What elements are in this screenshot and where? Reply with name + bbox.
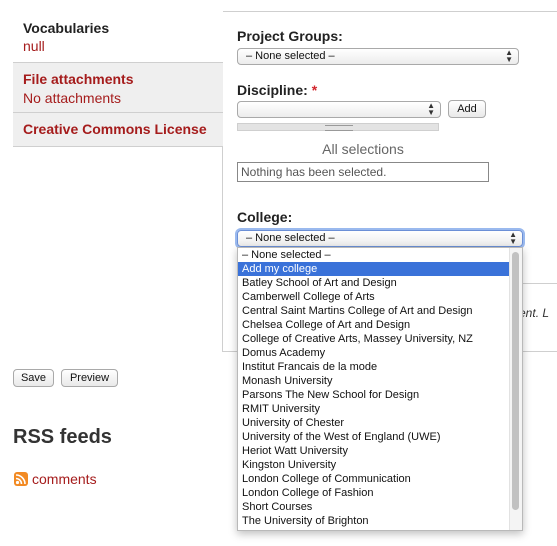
rss-feeds-heading: RSS feeds (13, 426, 112, 448)
select-arrows-icon: ▲ ▼ (427, 101, 435, 117)
college-option[interactable]: Short Courses (238, 500, 522, 514)
resize-handle[interactable] (237, 123, 439, 131)
tab-summary: No attachments (23, 90, 122, 106)
scrollbar-thumb[interactable] (512, 252, 519, 510)
college-value: – None selected – (246, 232, 335, 244)
save-button[interactable]: Save (13, 369, 54, 387)
college-option[interactable]: Monash University (238, 374, 522, 388)
all-selections-heading: All selections (322, 141, 404, 157)
college-option[interactable]: Heriot Watt University (238, 444, 522, 458)
project-groups-label: Project Groups: (237, 28, 343, 44)
tab-title: File attachments (23, 71, 134, 87)
comments-feed-link[interactable]: comments (32, 471, 97, 487)
college-dropdown-list[interactable]: – None selected – Add my college Batley Sc… (237, 247, 523, 531)
tab-title: Vocabularies (23, 20, 110, 36)
rss-feed-icon[interactable] (14, 472, 28, 486)
college-label: College: (237, 209, 293, 225)
college-option[interactable]: Institut Francais de la mode (238, 360, 522, 374)
tab-vocabularies[interactable]: Vocabularies null (13, 11, 223, 63)
college-option[interactable]: Parsons The New School for Design (238, 388, 522, 402)
tab-creative-commons-license[interactable]: Creative Commons License (13, 113, 223, 147)
college-option[interactable]: Chelsea College of Art and Design (238, 318, 522, 332)
project-groups-select[interactable]: – None selected – ▲ ▼ (237, 48, 519, 65)
add-discipline-button[interactable]: Add (448, 100, 486, 118)
tab-summary: null (23, 38, 45, 54)
project-groups-value: – None selected – (246, 50, 335, 62)
college-option[interactable]: Kingston University (238, 458, 522, 472)
scrollbar[interactable] (509, 248, 522, 530)
select-arrows-icon: ▲ ▼ (509, 230, 517, 246)
college-option[interactable]: University of the West of England (UWE) (238, 430, 522, 444)
discipline-label: Discipline: * (237, 82, 317, 98)
grip-icon (325, 125, 353, 131)
college-option[interactable]: Add my college (238, 262, 522, 276)
college-option[interactable]: Batley School of Art and Design (238, 276, 522, 290)
college-options: – None selected – Add my college Batley Sc… (238, 248, 522, 528)
vertical-tabs: Vocabularies null File attachments No at… (13, 11, 223, 147)
college-option[interactable]: RMIT University (238, 402, 522, 416)
college-option[interactable]: Domus Academy (238, 346, 522, 360)
preview-button[interactable]: Preview (61, 369, 118, 387)
college-option[interactable]: London College of Communication (238, 472, 522, 486)
selections-box: Nothing has been selected. (237, 162, 489, 182)
section-divider (523, 283, 557, 284)
discipline-select[interactable]: ▲ ▼ (237, 101, 441, 118)
college-option[interactable]: College of Creative Arts, Massey Univers… (238, 332, 522, 346)
college-option[interactable]: Central Saint Martins College of Art and… (238, 304, 522, 318)
college-option[interactable]: London College of Fashion (238, 486, 522, 500)
college-select[interactable]: – None selected – ▲ ▼ (237, 230, 523, 247)
college-option[interactable]: Camberwell College of Arts (238, 290, 522, 304)
tab-title: Creative Commons License (23, 121, 207, 137)
tab-file-attachments[interactable]: File attachments No attachments (13, 63, 223, 113)
discipline-label-text: Discipline: (237, 82, 308, 98)
select-arrows-icon: ▲ ▼ (505, 48, 513, 64)
college-option[interactable]: – None selected – (238, 248, 522, 262)
college-option[interactable]: University of Chester (238, 416, 522, 430)
college-option[interactable]: The University of Brighton (238, 514, 522, 528)
required-marker: * (311, 82, 318, 98)
